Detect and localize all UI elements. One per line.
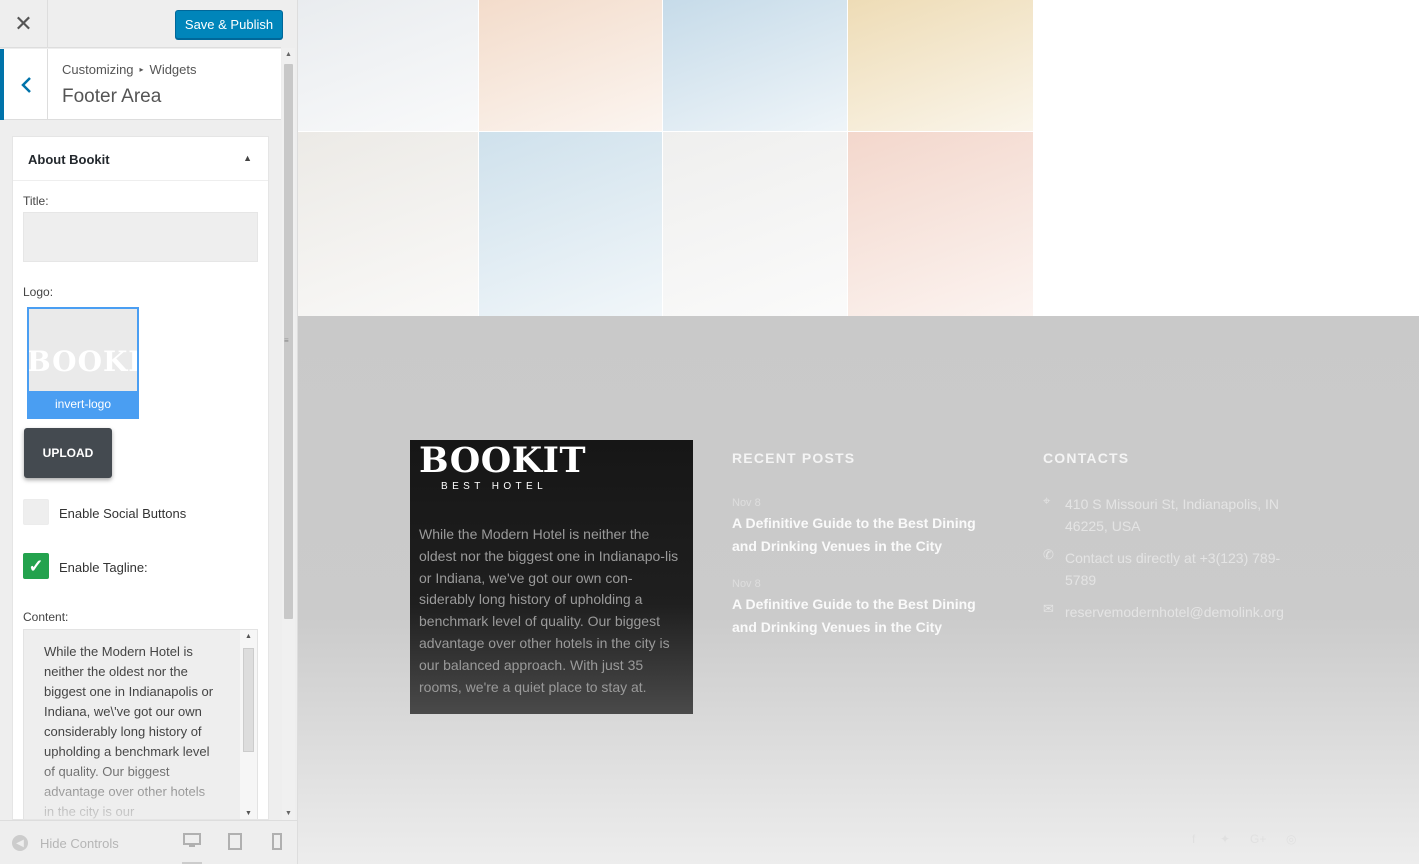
customizer-footer: ◀ Hide Controls [0, 820, 297, 864]
gallery-tile-cocktails[interactable] [848, 132, 1033, 316]
post-link[interactable]: A Definitive Guide to the Best Dining an… [732, 512, 994, 557]
post-date: Nov 8 [732, 497, 761, 509]
envelope-icon: ✉ [1043, 601, 1054, 616]
save-publish-button[interactable]: Save & Publish [175, 10, 283, 39]
facebook-icon[interactable]: f [1192, 832, 1195, 846]
post-link[interactable]: A Definitive Guide to the Best Dining an… [732, 593, 994, 638]
about-text: While the Modern Hotel is neither the ol… [419, 526, 679, 695]
scroll-up-icon[interactable]: ▲ [245, 633, 252, 640]
contact-email: ✉ reservemodernhotel@demolink.org [1043, 601, 1285, 623]
content-label: Content: [23, 610, 69, 624]
title-input[interactable] [23, 212, 258, 262]
logo-thumbnail[interactable]: BOOKIT invert-logo [27, 307, 139, 419]
photo-gallery [298, 0, 1033, 316]
twitter-icon[interactable]: ✦ [1220, 832, 1230, 846]
section-title: Footer Area [62, 86, 162, 107]
checkmark-icon: ✓ [28, 555, 44, 576]
gallery-tile-dessert[interactable] [848, 0, 1033, 131]
address-text: 410 S Missouri St, Indianapolis, IN 4622… [1065, 496, 1279, 534]
textarea-scrollbar[interactable]: ▲ ▼ [240, 630, 257, 819]
scroll-down-icon[interactable]: ▼ [285, 810, 292, 817]
about-block: BOOKIT BEST HOTEL While the Modern Hotel… [410, 440, 693, 714]
tagline-checkbox[interactable]: ✓ [23, 553, 49, 579]
brand-tagline: BEST HOTEL [441, 481, 548, 492]
panel-scrollbar[interactable]: ▲ ≡ ▼ [282, 48, 295, 820]
logo-image: BOOKIT [27, 345, 137, 378]
scroll-up-icon[interactable]: ▲ [285, 51, 292, 58]
site-footer: BOOKIT BEST HOTEL While the Modern Hotel… [298, 316, 1419, 864]
breadcrumb-separator: ▸ [139, 65, 144, 74]
tagline-label: Enable Tagline: [59, 560, 148, 575]
email-link[interactable]: reservemodernhotel@demolink.org [1065, 601, 1285, 623]
grip-icon: ≡ [284, 336, 289, 345]
site-preview: BOOKIT BEST HOTEL While the Modern Hotel… [298, 0, 1419, 864]
customizer-header: ✕ Save & Publish [0, 0, 283, 48]
about-bookit-widget: About Bookit ▲ Title: Logo: BOOKIT inver… [12, 136, 269, 820]
logo-caption: invert-logo [29, 391, 137, 417]
title-label: Title: [23, 194, 49, 208]
hide-controls-button[interactable]: ◀ Hide Controls [12, 835, 119, 851]
gallery-tile-pool[interactable] [479, 132, 662, 316]
mobile-icon[interactable] [267, 833, 287, 853]
scroll-down-icon[interactable]: ▼ [245, 810, 252, 817]
close-icon[interactable]: ✕ [0, 0, 48, 48]
phone-icon: ✆ [1043, 547, 1054, 562]
tablet-icon[interactable] [225, 833, 245, 853]
map-pin-icon: ⌖ [1043, 493, 1051, 508]
content-fade [24, 750, 257, 819]
gallery-tile-interior[interactable] [298, 132, 478, 316]
widget-title: About Bookit [28, 152, 110, 167]
gallery-tile-coast[interactable] [663, 0, 847, 131]
hide-controls-label: Hide Controls [40, 835, 119, 851]
content-textarea[interactable]: While the Modern Hotel is neither the ol… [23, 629, 258, 819]
recent-posts-heading: RECENT POSTS [732, 450, 856, 466]
breadcrumb-parent: Customizing [62, 62, 134, 77]
phone-text[interactable]: Contact us directly at +3(123) 789-5789 [1065, 547, 1285, 591]
contact-phone: ✆ Contact us directly at +3(123) 789-578… [1043, 547, 1285, 591]
customizer-panel: ✕ Save & Publish Customizing ▸ Widgets Foo… [0, 0, 298, 864]
section-header: Customizing ▸ Widgets Footer Area [0, 49, 281, 120]
chevron-left-icon [20, 76, 31, 93]
google-plus-icon[interactable]: G+ [1250, 832, 1266, 846]
gallery-tile-sunset[interactable] [479, 0, 662, 131]
collapse-arrow-icon[interactable]: ▲ [243, 153, 252, 163]
social-buttons-checkbox[interactable] [23, 499, 49, 525]
desktop-icon[interactable] [182, 833, 202, 864]
textarea-scrollbar-thumb[interactable] [243, 648, 254, 752]
upload-button[interactable]: UPLOAD [24, 428, 112, 478]
gallery-tile-suite[interactable] [663, 132, 847, 316]
breadcrumb-current: Widgets [149, 62, 197, 77]
contact-address: ⌖ 410 S Missouri St, Indianapolis, IN 46… [1043, 493, 1285, 537]
logo-label: Logo: [23, 285, 54, 299]
contacts-heading: CONTACTS [1043, 450, 1130, 466]
breadcrumb: Customizing ▸ Widgets [62, 62, 197, 77]
post-date: Nov 8 [732, 578, 761, 590]
widget-header[interactable]: About Bookit ▲ [13, 137, 268, 181]
social-buttons-label: Enable Social Buttons [59, 506, 187, 521]
back-icon[interactable] [0, 49, 48, 120]
instagram-icon[interactable]: ◎ [1286, 832, 1296, 846]
arrow-left-circle-icon: ◀ [12, 835, 28, 851]
brand-logo[interactable]: BOOKIT [419, 440, 586, 481]
gallery-tile-bedroom[interactable] [298, 0, 478, 131]
